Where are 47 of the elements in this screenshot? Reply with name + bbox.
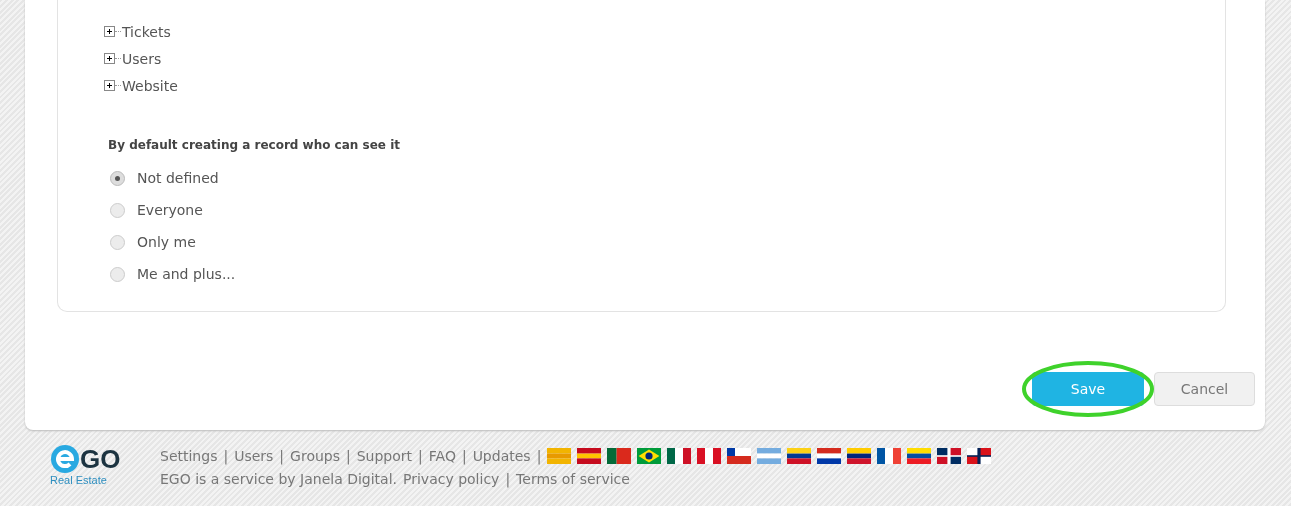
footer-link[interactable]: Updates: [472, 447, 531, 464]
radio-button[interactable]: [110, 170, 125, 186]
separator: |: [536, 447, 542, 464]
flag-icon[interactable]: [727, 447, 752, 464]
flag-icon[interactable]: [967, 447, 992, 464]
footer-link[interactable]: Users: [234, 447, 274, 464]
separator: |: [279, 447, 285, 464]
privacy-link[interactable]: Privacy policy: [403, 470, 500, 487]
cancel-button[interactable]: Cancel: [1154, 372, 1255, 406]
radio-button[interactable]: [110, 266, 125, 282]
radio-button[interactable]: [110, 234, 125, 250]
save-button[interactable]: Save: [1032, 372, 1144, 406]
flag-icon[interactable]: [817, 447, 842, 464]
expand-icon[interactable]: [104, 53, 115, 64]
logo-subtitle: Real Estate: [50, 474, 108, 486]
tree-item[interactable]: Tickets: [122, 23, 171, 40]
expand-icon[interactable]: [104, 80, 115, 91]
flag-icon[interactable]: [937, 447, 962, 464]
credit-text: EGO is a service by Janela Digital.: [160, 470, 397, 487]
separator: |: [346, 447, 351, 464]
separator: |: [223, 447, 229, 464]
flag-icon[interactable]: [667, 447, 692, 464]
footer-link[interactable]: Settings: [160, 447, 218, 464]
flag-icon[interactable]: [847, 447, 872, 464]
radio-label: Everyone: [137, 202, 203, 218]
separator: |: [461, 447, 467, 464]
flag-icon[interactable]: [787, 447, 812, 464]
terms-link[interactable]: Terms of service: [516, 470, 630, 487]
separator: |: [505, 470, 511, 487]
flag-icon[interactable]: [907, 447, 932, 464]
logo-text: GO: [80, 444, 121, 474]
radio-label: Not defined: [137, 170, 219, 186]
separator: |: [418, 447, 423, 464]
footer-link[interactable]: Groups: [290, 447, 340, 464]
radio-button[interactable]: [110, 202, 125, 218]
logo-icon: [50, 444, 80, 474]
flag-icon[interactable]: [607, 447, 632, 464]
tree-item[interactable]: Users: [122, 50, 162, 67]
radio-label: Only me: [137, 234, 196, 250]
radio-label: Me and plus...: [137, 266, 236, 282]
section-heading: By default creating a record who can see it: [108, 138, 401, 152]
expand-icon[interactable]: [104, 26, 115, 37]
footer-link[interactable]: Support: [356, 447, 413, 464]
flag-icon[interactable]: [637, 447, 662, 464]
flag-icon[interactable]: [877, 447, 902, 464]
footer-link[interactable]: FAQ: [428, 447, 456, 464]
tree-item[interactable]: Website: [122, 77, 178, 94]
